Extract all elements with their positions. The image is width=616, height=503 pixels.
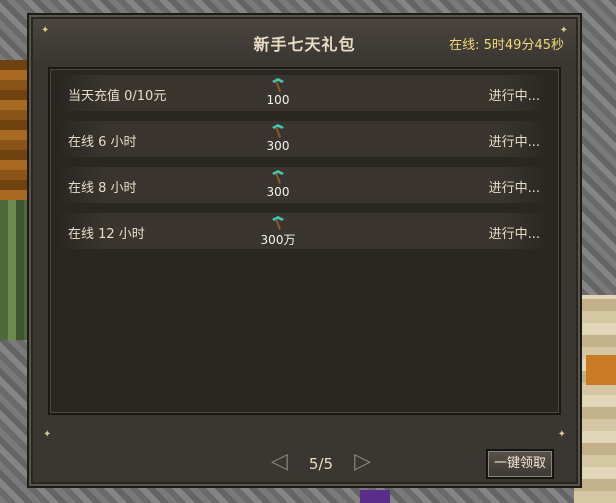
purple-block <box>360 490 390 503</box>
task-list: 当天充值 0/10元 100 进行中... 在线 6 小时 300 进行中... <box>48 67 561 415</box>
task-label: 当天充值 0/10元 <box>68 89 167 104</box>
diamond-pickaxe-icon <box>272 78 284 92</box>
prev-page-button[interactable]: ◁ <box>271 451 288 473</box>
next-page-button[interactable]: ▷ <box>354 451 371 473</box>
reward-amount: 300 <box>266 185 290 199</box>
task-status: 进行中... <box>488 135 540 150</box>
grass-block <box>0 200 30 340</box>
task-status: 进行中... <box>488 89 540 104</box>
orange-block <box>586 355 616 385</box>
diamond-pickaxe-icon <box>272 216 284 230</box>
diamond-pickaxe-icon <box>272 170 284 184</box>
reward: 300万 <box>258 213 298 249</box>
corner-star-icon: ✦ <box>557 429 566 440</box>
page-number: 5/5 <box>308 455 334 473</box>
list-item: 在线 6 小时 300 进行中... <box>58 121 548 157</box>
task-label: 在线 12 小时 <box>68 227 145 242</box>
pager: ◁ 5/5 ▷ <box>271 447 371 477</box>
list-item: 在线 12 小时 300万 进行中... <box>58 213 548 249</box>
task-status: 进行中... <box>488 181 540 196</box>
reward: 100 <box>258 75 298 111</box>
reward: 300 <box>258 167 298 203</box>
list-item: 当天充值 0/10元 100 进行中... <box>58 75 548 111</box>
footer: ✦ ✦ ◁ 5/5 ▷ 一键领取 <box>33 417 576 479</box>
claim-all-button[interactable]: 一键领取 <box>486 449 554 479</box>
reward: 300 <box>258 121 298 157</box>
task-label: 在线 6 小时 <box>68 135 137 150</box>
reward-amount: 300万 <box>260 233 296 247</box>
corner-star-icon: ✦ <box>43 429 52 440</box>
diamond-pickaxe-icon <box>272 124 284 138</box>
online-time: 在线: 5时49分45秒 <box>449 38 564 53</box>
reward-amount: 300 <box>266 139 290 153</box>
gift-pack-window: ✦ ✦ 新手七天礼包 在线: 5时49分45秒 当天充值 0/10元 100 进… <box>27 13 582 488</box>
title-bar: ✦ ✦ 新手七天礼包 在线: 5时49分45秒 <box>33 19 576 63</box>
task-label: 在线 8 小时 <box>68 181 137 196</box>
reward-amount: 100 <box>266 93 290 107</box>
task-status: 进行中... <box>488 227 540 242</box>
list-item: 在线 8 小时 300 进行中... <box>58 167 548 203</box>
